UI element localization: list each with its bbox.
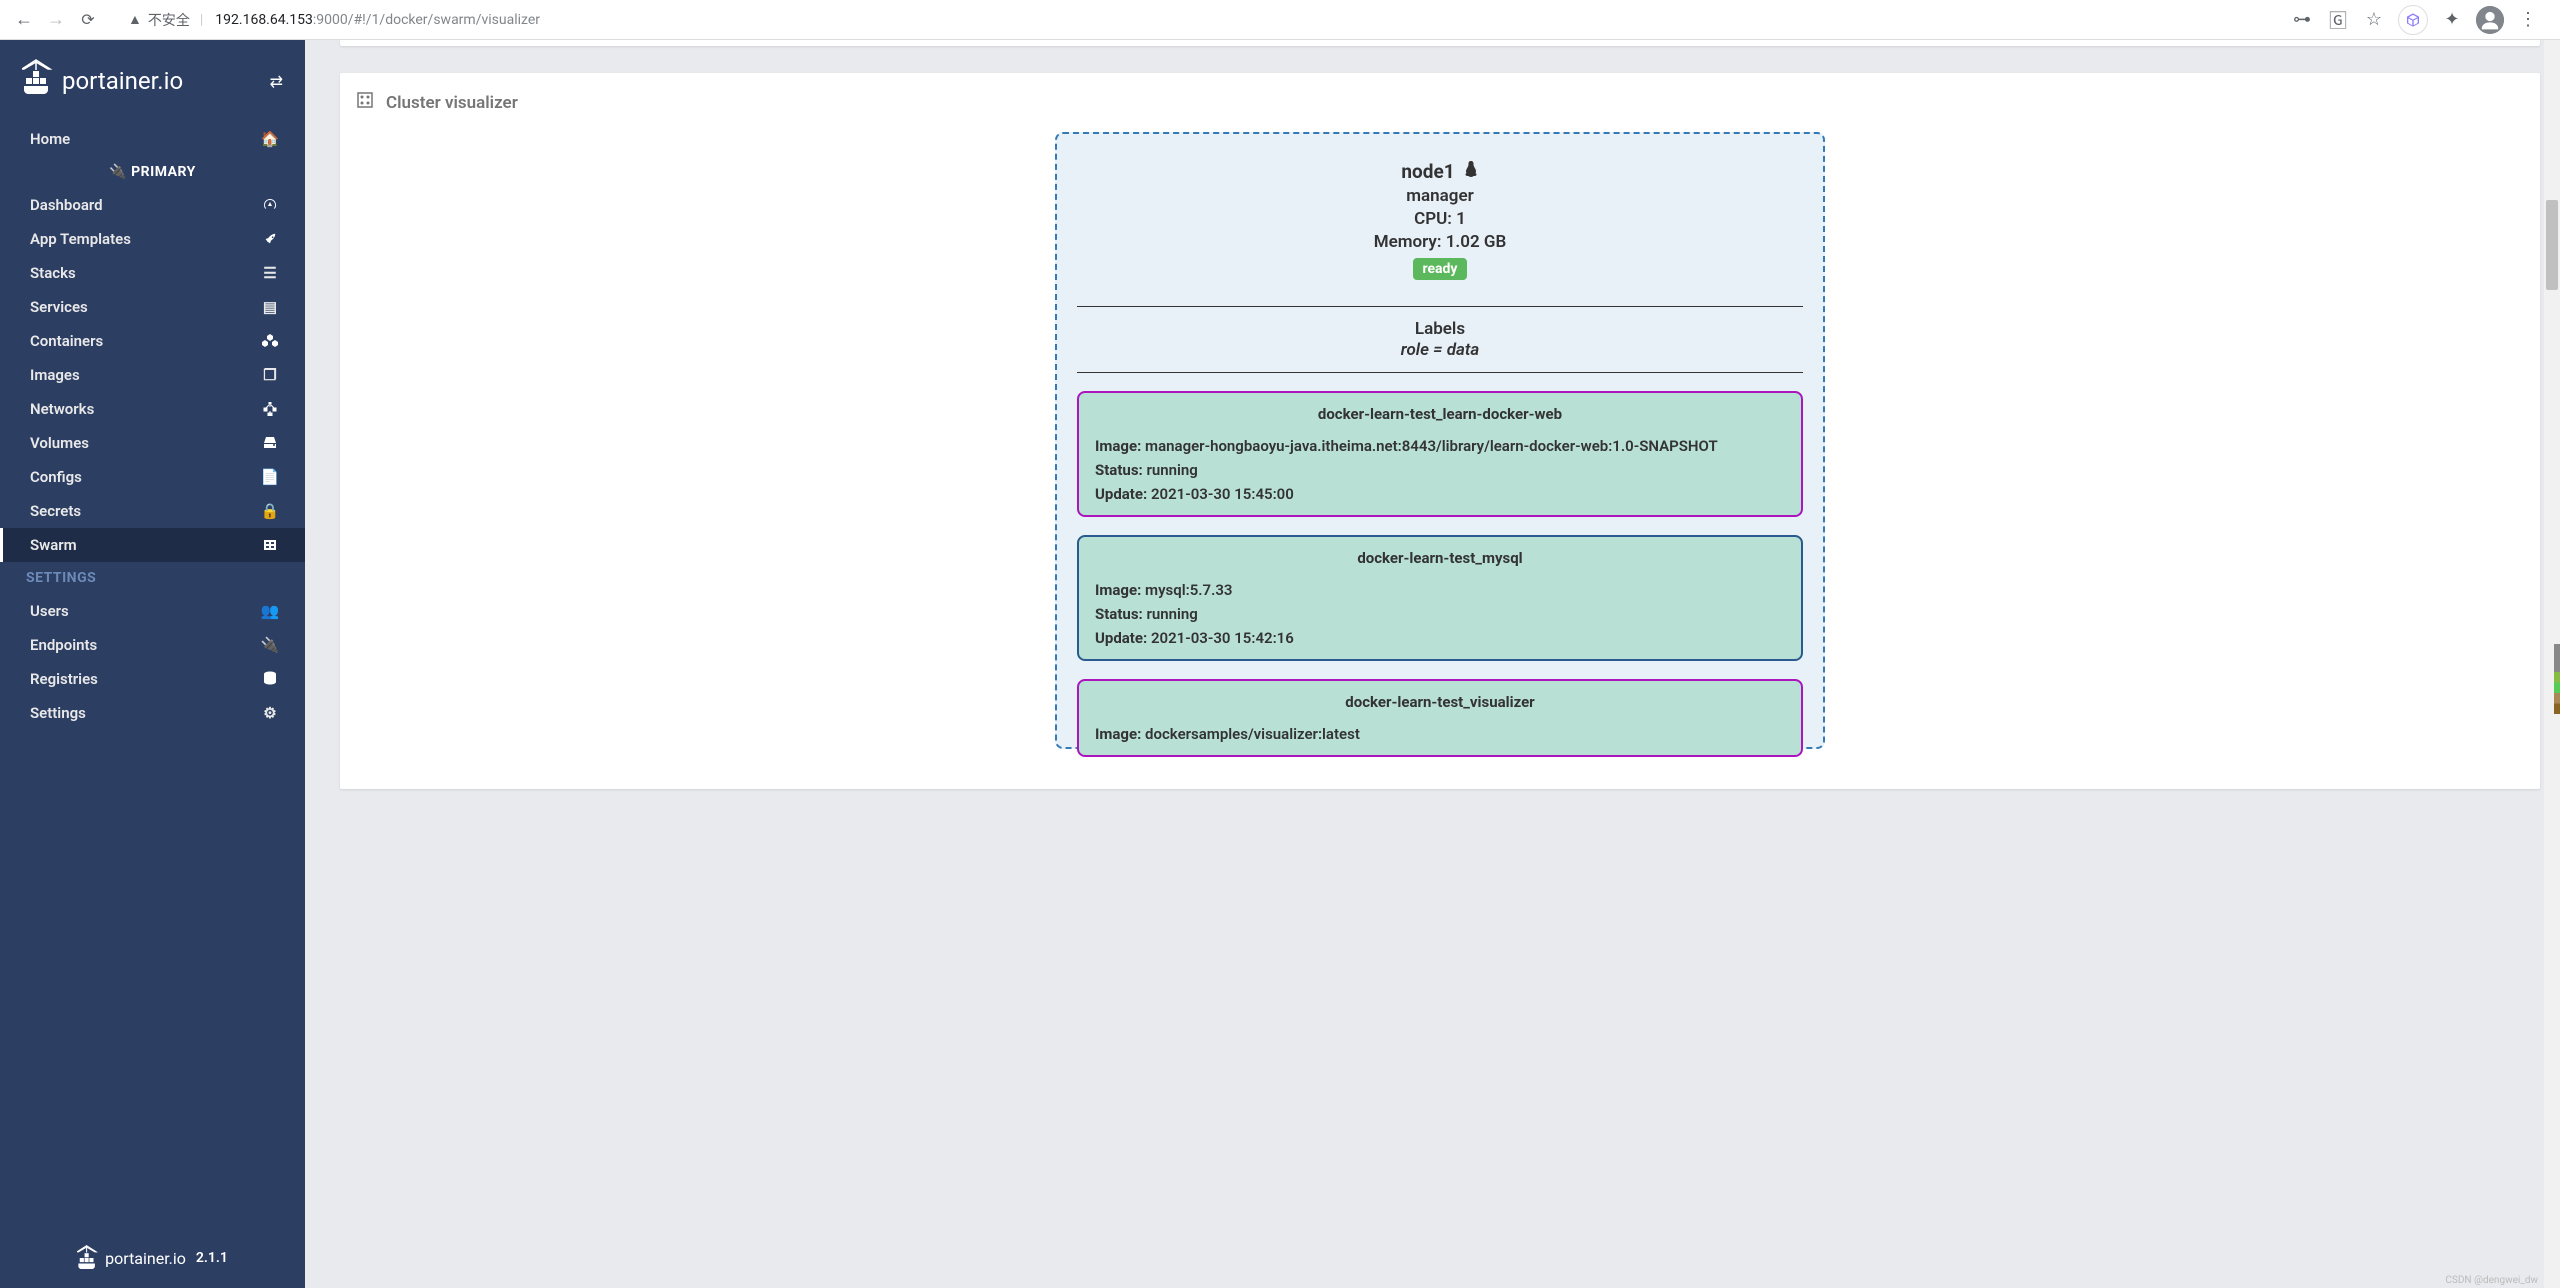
sidebar: portainer.io ⇄ Home 🏠 🔌 PRIMARY Dashboar… — [0, 40, 305, 1288]
task-card[interactable]: docker-learn-test_learn-docker-web Image… — [1077, 391, 1803, 517]
panel-header: Cluster visualizer — [340, 73, 2540, 132]
primary-badge: 🔌 PRIMARY — [0, 156, 305, 188]
sidebar-toggle-icon[interactable]: ⇄ — [270, 72, 283, 91]
node-cpu: CPU: 1 — [1077, 209, 1803, 229]
task-card[interactable]: docker-learn-test_visualizer Image: dock… — [1077, 679, 1803, 757]
translate-icon[interactable]: 🄶 — [2326, 8, 2350, 32]
lock-icon: 🔒 — [261, 502, 279, 520]
file-icon: 📄 — [261, 468, 279, 486]
dashboard-icon — [261, 197, 279, 213]
rocket-icon — [261, 232, 279, 246]
footer-brand[interactable]: portainer.io — [77, 1244, 186, 1272]
key-icon[interactable]: ⊶ — [2290, 8, 2314, 32]
task-name: docker-learn-test_visualizer — [1095, 693, 1785, 711]
node-memory: Memory: 1.02 GB — [1077, 232, 1803, 252]
database-icon — [261, 671, 279, 687]
swarm-icon — [261, 538, 279, 552]
plug-icon: 🔌 — [109, 164, 127, 180]
nav-settings[interactable]: Settings ⚙ — [0, 696, 305, 730]
node-header: node1 manager CPU: 1 Memory: 1.02 GB rea — [1077, 154, 1803, 294]
security-warning: ▲ 不安全 | — [128, 10, 207, 30]
cluster-visualizer-panel: Cluster visualizer node1 manager CPU: 1 — [340, 73, 2540, 789]
profile-avatar[interactable] — [2476, 6, 2504, 34]
nav-users[interactable]: Users 👥 — [0, 594, 305, 628]
watermark: CSDN @dengwei_dw — [2445, 1275, 2538, 1286]
url-host: 192.168.64.153 — [215, 12, 313, 28]
nav-containers[interactable]: Containers — [0, 324, 305, 358]
visualizer-icon — [356, 91, 374, 114]
node-role: manager — [1077, 186, 1803, 206]
cubes-icon — [261, 334, 279, 348]
browser-actions: ⊶ 🄶 ☆ ✦ ⋮ — [2290, 5, 2548, 35]
home-icon: 🏠 — [261, 130, 279, 148]
task-name: docker-learn-test_learn-docker-web — [1095, 405, 1785, 423]
brand-logo[interactable]: portainer.io — [22, 58, 183, 104]
nav-home[interactable]: Home 🏠 — [0, 122, 305, 156]
nav-registries[interactable]: Registries — [0, 662, 305, 696]
scrollbar-thumb[interactable] — [2546, 200, 2558, 290]
cluster-node: node1 manager CPU: 1 Memory: 1.02 GB rea — [1055, 132, 1825, 749]
url-port: :9000 — [313, 12, 348, 28]
warning-icon: ▲ — [128, 11, 142, 28]
list-icon: ☰ — [261, 264, 279, 282]
nav-services[interactable]: Services ▤ — [0, 290, 305, 324]
divider — [1077, 372, 1803, 373]
nav-volumes[interactable]: Volumes — [0, 426, 305, 460]
extensions-icon[interactable]: ✦ — [2440, 8, 2464, 32]
nav-secrets[interactable]: Secrets 🔒 — [0, 494, 305, 528]
nav-app-templates[interactable]: App Templates — [0, 222, 305, 256]
star-icon[interactable]: ☆ — [2362, 8, 2386, 32]
task-update: Update: 2021-03-30 15:42:16 — [1095, 629, 1785, 647]
copy-icon: ❐ — [261, 366, 279, 384]
sidebar-footer: portainer.io 2.1.1 — [0, 1228, 305, 1288]
task-image: Image: dockersamples/visualizer:latest — [1095, 725, 1785, 743]
node-status-badge: ready — [1413, 258, 1468, 280]
list-alt-icon: ▤ — [261, 298, 279, 316]
address-bar[interactable]: ▲ 不安全 | 192.168.64.153:9000/#!/1/docker/… — [116, 6, 2282, 34]
nav-configs[interactable]: Configs 📄 — [0, 460, 305, 494]
cogs-icon: ⚙ — [261, 704, 279, 722]
settings-section-label: SETTINGS — [0, 562, 305, 594]
users-icon: 👥 — [261, 602, 279, 620]
labels-heading: Labels — [1077, 319, 1803, 339]
color-strip — [2554, 644, 2560, 714]
network-icon — [261, 402, 279, 416]
nav-images[interactable]: Images ❐ — [0, 358, 305, 392]
menu-icon[interactable]: ⋮ — [2516, 8, 2540, 32]
task-status: Status: running — [1095, 461, 1785, 479]
reload-button[interactable]: ⟳ — [76, 8, 100, 32]
portainer-icon — [22, 58, 54, 104]
nav-stacks[interactable]: Stacks ☰ — [0, 256, 305, 290]
main-content: Cluster visualizer node1 manager CPU: 1 — [305, 40, 2560, 1288]
hdd-icon — [261, 437, 279, 449]
sidebar-nav: Home 🏠 🔌 PRIMARY Dashboard App Templates… — [0, 122, 305, 1228]
node-title: node1 — [1077, 160, 1803, 183]
browser-toolbar: ← → ⟳ ▲ 不安全 | 192.168.64.153:9000/#!/1/d… — [0, 0, 2560, 40]
linux-icon — [1463, 160, 1479, 183]
back-button[interactable]: ← — [12, 8, 36, 32]
nav-dashboard[interactable]: Dashboard — [0, 188, 305, 222]
panel-title: Cluster visualizer — [386, 93, 518, 113]
nav-swarm[interactable]: Swarm — [0, 528, 305, 562]
nav-endpoints[interactable]: Endpoints 🔌 — [0, 628, 305, 662]
version-label: 2.1.1 — [196, 1250, 228, 1266]
task-status: Status: running — [1095, 605, 1785, 623]
task-image: Image: manager-hongbaoyu-java.itheima.ne… — [1095, 437, 1785, 455]
task-name: docker-learn-test_mysql — [1095, 549, 1785, 567]
task-update: Update: 2021-03-30 15:45:00 — [1095, 485, 1785, 503]
task-card[interactable]: docker-learn-test_mysql Image: mysql:5.7… — [1077, 535, 1803, 661]
forward-button[interactable]: → — [44, 8, 68, 32]
sidebar-header: portainer.io ⇄ — [0, 40, 305, 122]
extension-cube-icon[interactable] — [2398, 5, 2428, 35]
labels-value: role = data — [1077, 340, 1803, 360]
plug-icon: 🔌 — [261, 636, 279, 654]
nav-networks[interactable]: Networks — [0, 392, 305, 426]
url-path: /#!/1/docker/swarm/visualizer — [348, 12, 540, 28]
task-image: Image: mysql:5.7.33 — [1095, 581, 1785, 599]
divider — [1077, 306, 1803, 307]
